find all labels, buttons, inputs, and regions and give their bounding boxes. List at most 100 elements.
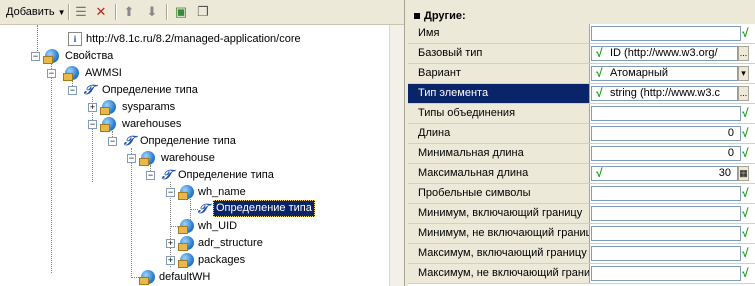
check-icon[interactable]: √ <box>742 266 755 281</box>
refresh-icon[interactable]: ▣ <box>172 3 190 21</box>
property-name: Типы объединения <box>408 104 590 123</box>
check-icon: √ <box>596 86 603 100</box>
element-type-field[interactable]: √ string (http://www.w3.c <box>591 86 738 101</box>
tree-item-label: wh_name <box>198 186 246 198</box>
tree-item-label: warehouse <box>161 152 215 164</box>
tree-item-label: sysparams <box>122 101 176 113</box>
tree-item-label: defaultWH <box>159 271 211 283</box>
select-button[interactable]: ... <box>738 46 749 61</box>
folder-icon <box>178 185 194 200</box>
check-icon: √ <box>596 66 603 80</box>
tree-toolbar: Добавить ▼ ☰ ✕ ⬆ ⬇ ▣ ❐ <box>0 0 404 25</box>
property-name: Минимальная длина <box>408 144 590 163</box>
collapse-icon[interactable]: − <box>127 154 136 163</box>
collapse-icon[interactable]: − <box>166 188 175 197</box>
copy-icon[interactable]: ❐ <box>194 3 212 21</box>
property-row[interactable]: Минимум, не включающий границу √ <box>408 224 755 244</box>
folder-icon <box>178 219 194 234</box>
min-inclusive-field[interactable] <box>591 206 741 221</box>
add-child-icon[interactable]: ☰ <box>72 3 90 21</box>
property-row[interactable]: Максимум, не включающий границу √ <box>408 264 755 284</box>
check-icon[interactable]: √ <box>742 186 755 201</box>
structure-tree: i http://v8.1c.ru/8.2/managed-applicatio… <box>0 25 389 286</box>
dropdown-arrow-icon[interactable]: ▾ <box>738 66 749 81</box>
check-icon[interactable] <box>750 166 755 181</box>
collapse-marker-icon <box>414 12 420 19</box>
max-length-field[interactable]: √ 30 <box>591 166 738 181</box>
tree-item-label: warehouses <box>122 118 182 130</box>
expand-icon[interactable]: + <box>166 239 175 248</box>
tree-item-label-selected: Определение типа <box>213 200 315 217</box>
property-row[interactable]: Минимум, включающий границу √ <box>408 204 755 224</box>
check-icon[interactable]: √ <box>742 226 755 241</box>
folder-icon <box>100 100 116 115</box>
chevron-down-icon: ▼ <box>57 7 66 17</box>
add-button[interactable]: Добавить ▼ <box>6 3 66 21</box>
property-row[interactable]: Базовый тип √ ID (http://www.w3.org/ ... <box>408 44 755 64</box>
property-row[interactable]: Максимальная длина √ 30 ▦ <box>408 164 755 184</box>
check-icon[interactable] <box>750 46 755 61</box>
collapse-icon[interactable]: − <box>68 86 77 95</box>
tree-scrollbar[interactable] <box>389 25 405 286</box>
move-up-icon[interactable]: ⬆ <box>120 3 138 21</box>
check-icon[interactable]: √ <box>742 26 755 41</box>
tree-item-label: Свойства <box>65 50 114 62</box>
max-exclusive-field[interactable] <box>591 266 741 281</box>
properties-toolbar <box>408 0 755 8</box>
max-inclusive-field[interactable] <box>591 246 741 261</box>
property-name: Базовый тип <box>408 44 590 63</box>
variant-dropdown[interactable]: √ Атомарный <box>591 66 738 81</box>
property-row[interactable]: Типы объединения √ <box>408 104 755 124</box>
collapse-icon[interactable]: − <box>108 137 117 146</box>
tree-item-label: AWMSI <box>85 67 122 79</box>
property-name: Пробельные символы <box>408 184 590 203</box>
property-name: Максимум, не включающий границу <box>408 264 590 283</box>
base-type-field[interactable]: √ ID (http://www.w3.org/ <box>591 46 738 61</box>
tree-item-label: Определение типа <box>178 169 274 181</box>
type-definition-icon: 𝒯 <box>124 133 134 148</box>
property-row[interactable]: Имя √ <box>408 24 755 44</box>
property-name: Вариант <box>408 64 590 83</box>
check-icon[interactable]: √ <box>742 106 755 121</box>
property-row[interactable]: Вариант √ Атомарный ▾ <box>408 64 755 84</box>
calculator-icon[interactable]: ▦ <box>738 166 749 181</box>
property-row[interactable]: Пробельные символы √ <box>408 184 755 204</box>
property-row[interactable]: Минимальная длина 0 √ <box>408 144 755 164</box>
tree-item-label: adr_structure <box>198 237 263 249</box>
property-row[interactable]: Максимум, включающий границу √ <box>408 244 755 264</box>
collapse-icon[interactable]: − <box>88 120 97 129</box>
collapse-icon[interactable]: − <box>47 69 56 78</box>
name-field[interactable] <box>591 26 741 41</box>
check-icon[interactable]: √ <box>742 206 755 221</box>
whitespace-field[interactable] <box>591 186 741 201</box>
property-name: Длина <box>408 124 590 143</box>
property-row[interactable]: Длина 0 √ <box>408 124 755 144</box>
union-types-field[interactable] <box>591 106 741 121</box>
min-exclusive-field[interactable] <box>591 226 741 241</box>
tree-item-label: Определение типа <box>140 135 236 147</box>
type-definition-icon: 𝒯 <box>198 201 208 216</box>
property-row[interactable]: Тип элемента √ string (http://www.w3.c .… <box>408 84 755 104</box>
expand-icon[interactable]: + <box>88 103 97 112</box>
collapse-icon[interactable]: − <box>31 52 40 61</box>
check-icon: √ <box>596 166 603 180</box>
collapse-icon[interactable]: − <box>146 171 155 180</box>
delete-icon[interactable]: ✕ <box>92 3 110 21</box>
property-name-active: Тип элемента <box>408 84 590 103</box>
property-name: Максимум, включающий границу <box>408 244 590 263</box>
move-down-icon[interactable]: ⬇ <box>143 3 161 21</box>
expand-icon[interactable]: + <box>166 256 175 265</box>
tree-item-label: http://v8.1c.ru/8.2/managed-application/… <box>86 33 301 45</box>
info-icon: i <box>68 32 82 46</box>
toolbar-divider <box>68 4 70 20</box>
min-length-field[interactable]: 0 <box>591 146 741 161</box>
properties-panel: Другие: Имя √ Базовый тип √ ID (http://w… <box>408 0 755 286</box>
check-icon[interactable]: √ <box>742 246 755 261</box>
section-header[interactable]: Другие: <box>408 8 755 24</box>
tree-item-label: wh_UID <box>198 220 238 232</box>
select-button[interactable]: ... <box>738 86 749 101</box>
check-icon[interactable]: √ <box>742 126 755 141</box>
length-field[interactable]: 0 <box>591 126 741 141</box>
folder-icon <box>178 253 194 268</box>
check-icon[interactable]: √ <box>742 146 755 161</box>
